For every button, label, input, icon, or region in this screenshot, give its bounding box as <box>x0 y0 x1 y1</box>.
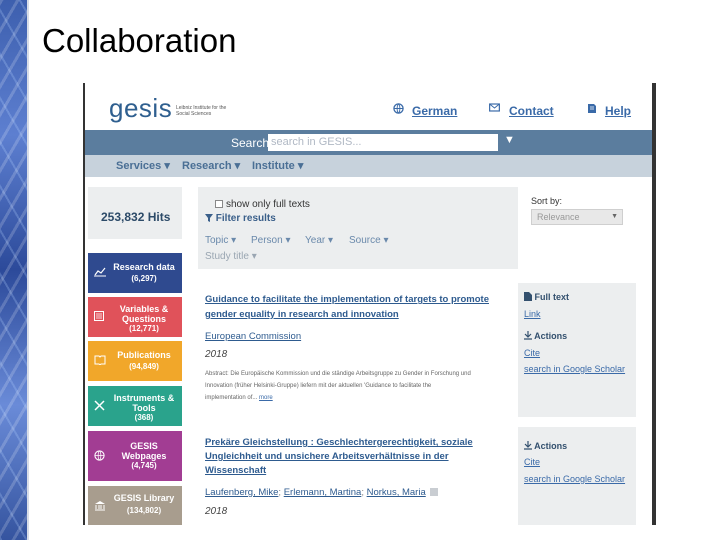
gesis-logo[interactable]: gesis <box>109 93 172 124</box>
search-input[interactable]: search in GESIS... <box>268 134 498 151</box>
more-link[interactable]: more <box>259 395 273 401</box>
filter-panel: show only full texts Filter results Topi… <box>198 187 518 269</box>
sort-select[interactable]: Relevance ▼ <box>531 209 623 225</box>
actions-heading: Actions <box>524 441 567 451</box>
cite-link[interactable]: Cite <box>524 457 540 467</box>
book-icon <box>94 355 106 368</box>
google-scholar-link[interactable]: search in Google Scholar <box>524 364 625 374</box>
actions-label: Actions <box>534 441 568 451</box>
globe-icon <box>94 450 105 464</box>
document-icon <box>524 292 532 301</box>
result-year: 2018 <box>205 506 228 517</box>
full-texts-checkbox[interactable] <box>215 200 223 208</box>
globe-icon <box>393 103 404 117</box>
result-year: 2018 <box>205 349 228 360</box>
language-link[interactable]: German <box>412 104 457 118</box>
category-gesis-webpages[interactable]: GESIS Webpages (4,745) <box>88 431 182 481</box>
help-link[interactable]: Help <box>605 104 631 118</box>
category-label: Variables & Questions <box>119 304 169 324</box>
tools-icon <box>94 400 105 414</box>
filter-source[interactable]: Source ▾ <box>349 235 388 246</box>
result-title-line[interactable]: Ungleichheit und unsichere Arbeitsverhäl… <box>205 449 505 464</box>
nav-services[interactable]: Services ▾ <box>116 159 170 172</box>
hits-count: 253,832 Hits <box>101 210 171 224</box>
author-link[interactable]: Norkus, Maria <box>367 487 426 498</box>
nav-institute[interactable]: Institute ▾ <box>252 159 303 172</box>
category-research-data[interactable]: Research data (6,297) <box>88 253 182 293</box>
sort-label: Sort by: <box>531 196 563 206</box>
category-instruments-tools[interactable]: Instruments & Tools (368) <box>88 386 182 426</box>
category-label: Research data <box>113 262 175 272</box>
result-authors: Laufenberg, Mike; Erlemann, Martina; Nor… <box>205 487 439 498</box>
result-title-line[interactable]: Wissenschaft <box>205 463 505 478</box>
result-title-line[interactable]: Prekäre Gleichstellung : Geschlechterger… <box>205 435 505 450</box>
actions-label: Actions <box>534 331 568 341</box>
result-title-line[interactable]: Guidance to facilitate the implementatio… <box>205 292 505 307</box>
abstract-line: implementation of... <box>205 395 258 401</box>
filter-topic[interactable]: Topic ▾ <box>205 235 236 246</box>
website-screenshot: gesis Leibniz Institute for the Social S… <box>83 83 656 525</box>
category-count: (12,771) <box>129 324 159 333</box>
result-author[interactable]: European Commission <box>205 331 301 342</box>
more-authors-icon[interactable] <box>430 488 439 496</box>
library-icon <box>94 500 106 514</box>
list-icon <box>94 311 104 324</box>
category-label: GESIS Webpages <box>121 441 167 461</box>
nav-research[interactable]: Research ▾ <box>182 159 240 172</box>
category-label: Instruments & Tools <box>113 393 175 413</box>
full-text-link[interactable]: Link <box>524 309 541 319</box>
chevron-down-icon: ▼ <box>611 213 618 220</box>
logo-subtitle: Leibniz Institute for the Social Science… <box>176 105 227 117</box>
abstract-line: Innovation (früher Helsinki-Gruppe) lief… <box>205 383 432 389</box>
result-side-panel: Full text Link Actions Cite search in Go… <box>518 283 636 417</box>
site-header: gesis Leibniz Institute for the Social S… <box>85 83 652 130</box>
category-count: (6,297) <box>131 274 157 283</box>
google-scholar-link[interactable]: search in Google Scholar <box>524 474 625 484</box>
author-link[interactable]: Erlemann, Martina <box>284 487 362 498</box>
filter-year[interactable]: Year ▾ <box>305 235 333 246</box>
search-bar: Search search in GESIS... ▼ <box>85 130 652 155</box>
slide-title: Collaboration <box>42 22 237 59</box>
strip-border <box>27 0 29 540</box>
category-variables-questions[interactable]: Variables & Questions (12,771) <box>88 297 182 337</box>
category-gesis-library[interactable]: GESIS Library (134,802) <box>88 486 182 525</box>
contact-link[interactable]: Contact <box>509 104 554 118</box>
search-label: Search <box>231 136 270 150</box>
category-label: GESIS Library <box>113 493 175 503</box>
actions-heading: Actions <box>524 331 567 341</box>
abstract-line: Abstract: Die Europäische Kommission und… <box>205 371 471 377</box>
sort-value: Relevance <box>537 212 580 222</box>
category-count: (134,802) <box>126 506 162 515</box>
full-text-label: Full text <box>534 292 570 302</box>
category-count: (4,745) <box>131 461 157 470</box>
result-abstract: Abstract: Die Europäische Kommission und… <box>205 368 501 404</box>
full-text-heading: Full text <box>524 292 569 302</box>
search-dropdown-toggle[interactable]: ▼ <box>504 134 515 146</box>
filter-study-title[interactable]: Study title ▾ <box>205 251 257 262</box>
hits-box: 253,832 Hits <box>88 187 182 239</box>
download-icon <box>524 331 532 340</box>
cite-link[interactable]: Cite <box>524 348 540 358</box>
category-count: (368) <box>134 413 154 422</box>
mail-icon <box>489 103 500 115</box>
abstract-line-last: implementation of... more <box>205 392 501 404</box>
full-texts-label: show only full texts <box>226 199 310 210</box>
download-icon <box>524 441 532 450</box>
chart-icon <box>94 267 106 280</box>
author-link[interactable]: Laufenberg, Mike <box>205 487 278 498</box>
filter-results-heading: Filter results <box>205 213 276 224</box>
category-count: (94,849) <box>129 362 159 371</box>
result-title-line[interactable]: gender equality in research and innovati… <box>205 307 505 322</box>
category-publications[interactable]: Publications (94,849) <box>88 341 182 381</box>
filter-icon <box>205 214 213 222</box>
main-nav: Services ▾ Research ▾ Institute ▾ <box>85 155 652 177</box>
book-icon <box>587 103 597 117</box>
result-side-panel: Actions Cite search in Google Scholar <box>518 427 636 525</box>
filter-person[interactable]: Person ▾ <box>251 235 290 246</box>
decorative-strip <box>0 0 27 540</box>
category-label: Publications <box>117 350 171 360</box>
filter-results-label: Filter results <box>215 213 276 224</box>
